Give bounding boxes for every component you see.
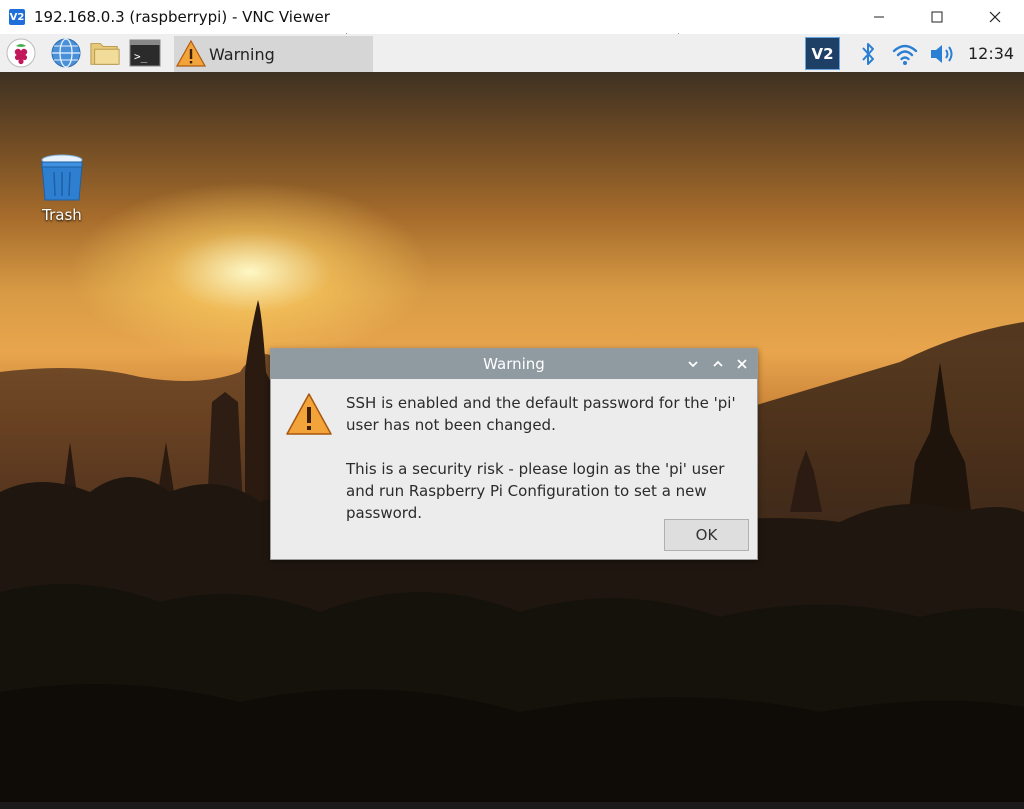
dialog-minimize-button[interactable] (685, 356, 701, 372)
folder-icon (90, 43, 120, 65)
terminal-prompt-glyph: >_ (134, 50, 148, 63)
taskbar-item-warning[interactable]: Warning (174, 36, 373, 72)
raspberry-menu-button[interactable] (5, 37, 37, 69)
vnc-bottom-strip (0, 802, 1024, 809)
dialog-maximize-button[interactable] (710, 356, 726, 372)
window-title: 192.168.0.3 (raspberrypi) - VNC Viewer (34, 8, 330, 26)
vnc-viewer-titlebar: V2 192.168.0.3 (raspberrypi) - VNC Viewe… (0, 0, 1024, 34)
wifi-icon (892, 44, 918, 65)
warning-icon (176, 39, 206, 67)
minimize-button[interactable] (850, 0, 908, 34)
close-button[interactable] (966, 0, 1024, 34)
web-browser-button[interactable] (50, 37, 82, 69)
dialog-close-button[interactable] (734, 356, 750, 372)
trash-icon[interactable] (38, 152, 86, 202)
warning-dialog: Warning SSH is enabled and the default p… (270, 348, 758, 560)
dialog-message: SSH is enabled and the default password … (346, 392, 751, 524)
volume-icon (931, 45, 953, 63)
terminal-button[interactable]: >_ (129, 37, 161, 69)
trash-label: Trash (42, 206, 82, 224)
bluetooth-tray-button[interactable] (852, 38, 884, 70)
warning-icon (286, 393, 332, 435)
bluetooth-icon (862, 43, 874, 65)
wifi-tray-button[interactable] (889, 38, 921, 70)
terminal-icon: >_ (129, 39, 161, 67)
panel-clock[interactable]: 12:34 (968, 44, 1014, 63)
dialog-message-line1: SSH is enabled and the default password … (346, 394, 736, 434)
ok-button[interactable]: OK (664, 519, 749, 551)
vnc-app-icon: V2 (9, 9, 25, 25)
file-manager-button[interactable] (89, 37, 121, 69)
raspberry-icon (6, 38, 36, 68)
dialog-titlebar[interactable]: Warning (271, 349, 757, 379)
minimize-icon (874, 16, 884, 18)
vnc-server-tray-icon[interactable]: V2 (805, 37, 840, 70)
maximize-button[interactable] (908, 0, 966, 34)
close-icon (737, 359, 747, 369)
chevron-up-icon (713, 360, 723, 367)
taskbar-item-label: Warning (209, 44, 275, 64)
chevron-down-icon (688, 361, 698, 368)
dialog-message-line2: This is a security risk - please login a… (346, 460, 725, 522)
maximize-icon (931, 11, 943, 23)
globe-icon (51, 38, 81, 68)
volume-tray-button[interactable] (927, 38, 959, 70)
close-icon (989, 11, 1001, 23)
